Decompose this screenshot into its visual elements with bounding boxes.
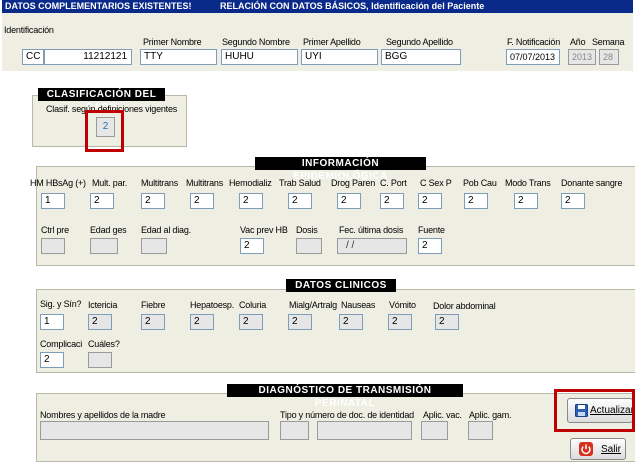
coluria-field[interactable]: 2 [239,314,263,330]
label-aplic-vac: Aplic. vac. [423,410,462,420]
c-port-field[interactable]: 2 [380,193,404,209]
numero-doc-field[interactable] [317,421,412,440]
ictericia-field[interactable]: 2 [88,314,112,330]
label-edad-ges: Edad ges [90,225,127,235]
fec-ultima-dosis-field[interactable]: / / [337,238,407,254]
title-bar: DATOS COMPLEMENTARIOS EXISTENTES! RELACI… [2,0,633,13]
segundo-nombre-field[interactable]: HUHU [221,49,298,65]
title-complementarios: DATOS COMPLEMENTARIOS EXISTENTES! [5,1,192,11]
label-hepatoesp: Hepatoesp. [190,300,235,310]
nauseas-field[interactable]: 2 [339,314,363,330]
label-semana: Semana [592,37,625,47]
label-mult-par: Mult. par. [92,178,128,188]
cuales-field[interactable] [88,352,112,368]
primer-apellido-field[interactable]: UYI [301,49,378,65]
sig-sin-field[interactable]: 1 [40,314,64,330]
label-f-notificacion: F. Notificación [507,37,561,47]
label-vomito: Vómito [389,300,416,310]
label-cuales: Cuáles? [88,339,120,349]
label-hm-hbsag: HM HBsAg (+) [30,178,86,188]
semana-field[interactable]: 28 [599,49,619,65]
primer-nombre-field[interactable]: TTY [140,49,217,65]
label-primer-apellido: Primer Apellido [303,37,361,47]
perinatal-title: DIAGNÓSTICO DE TRANSMISIÓN PERINATAL [227,384,463,409]
c-sex-p-field[interactable]: 2 [418,193,442,209]
edad-ges-field[interactable] [90,238,118,254]
label-tipo-doc: Tipo y número de doc. de identidad [280,410,414,420]
anio-field[interactable]: 2013 [568,49,596,65]
label-donante-sangre: Donante sangre [561,178,623,188]
label-identificacion: Identificación [4,25,54,35]
mult-par-field[interactable]: 2 [90,193,114,209]
salir-label: Salir [601,444,622,455]
clasificacion-title: CLASIFICACIÓN DEL CASO [38,88,165,113]
label-hemodializ: Hemodializ [229,178,272,188]
label-c-port: C. Port [380,178,407,188]
label-ctrl-pre: Ctrl pre [41,225,69,235]
numero-id-field[interactable]: 11212121 [44,49,132,65]
label-multitrans-2: Multitrans [186,178,224,188]
label-nauseas: Nauseas [341,300,376,310]
label-fec-ultima-dosis: Fec. última dosis [339,225,404,235]
label-complicaciones: Complicaci [40,339,83,349]
label-coluria: Coluria [239,300,267,310]
hemodializ-field[interactable]: 2 [239,193,263,209]
madre-field[interactable] [40,421,269,440]
dosis-field[interactable] [296,238,322,254]
clasificacion-highlight [85,110,124,152]
dolor-abdominal-field[interactable]: 2 [435,314,459,330]
mialg-artralg-field[interactable]: 2 [288,314,312,330]
label-modo-trans: Modo Trans [505,178,551,188]
label-vac-prev-hb: Vac prev HB [240,225,288,235]
clinicos-title: DATOS CLINICOS [286,279,396,292]
label-aplic-gam: Aplic. gam. [469,410,512,420]
label-trab-salud: Trab Salud [279,178,321,188]
vomito-field[interactable]: 2 [388,314,412,330]
hepatoesp-field[interactable]: 2 [190,314,214,330]
label-mialg-artralg: Mialg/Artralg [289,300,337,310]
aplic-gam-field[interactable] [468,421,493,440]
label-ictericia: Ictericia [88,300,118,310]
modo-trans-field[interactable]: 2 [514,193,538,209]
fuente-field[interactable]: 2 [418,238,442,254]
label-c-sex-p: C Sex P [420,178,452,188]
aplic-vac-field[interactable] [421,421,448,440]
vac-prev-hb-field[interactable]: 2 [240,238,264,254]
label-primer-nombre: Primer Nombre [143,37,202,47]
label-madre: Nombres y apellidos de la madre [40,410,166,420]
multitrans-1-field[interactable]: 2 [141,193,165,209]
power-icon [579,442,593,456]
tipo-id-field[interactable]: CC [22,49,44,65]
label-segundo-nombre: Segundo Nombre [222,37,290,47]
multitrans-2-field[interactable]: 2 [190,193,214,209]
f-notificacion-field[interactable]: 07/07/2013 [506,49,560,65]
segundo-apellido-field[interactable]: BGG [381,49,461,65]
pob-cau-field[interactable]: 2 [464,193,488,209]
label-pob-cau: Pob Cau [463,178,497,188]
label-edad-diag: Edad al diag. [141,225,191,235]
tipo-doc-field[interactable] [280,421,309,440]
hm-hbsag-field[interactable]: 1 [41,193,65,209]
drog-paren-field[interactable]: 2 [337,193,361,209]
label-multitrans-1: Multitrans [141,178,179,188]
ctrl-pre-field[interactable] [41,238,65,254]
trab-salud-field[interactable]: 2 [288,193,312,209]
label-dolor-abdominal: Dolor abdominal [433,301,496,311]
edad-diag-field[interactable] [141,238,167,254]
label-dosis: Dosis [296,225,318,235]
actualizar-highlight [554,389,635,432]
label-drog-paren: Drog Paren [331,178,376,188]
complicaciones-field[interactable]: 2 [40,352,64,368]
label-fuente: Fuente [418,225,445,235]
label-sig-sin: Sig. y Sín? [40,299,82,309]
title-relacion: RELACIÓN CON DATOS BÁSICOS, Identificaci… [220,1,485,11]
label-segundo-apellido: Segundo Apellido [386,37,453,47]
salir-button[interactable]: Salir [570,438,626,460]
fiebre-field[interactable]: 2 [141,314,165,330]
epidemio-title: INFORMACIÓN EPIDEMIOLÓGICA [255,157,426,182]
label-fiebre: Fiebre [141,300,166,310]
donante-sangre-field[interactable]: 2 [561,193,585,209]
label-anio: Año [570,37,586,47]
